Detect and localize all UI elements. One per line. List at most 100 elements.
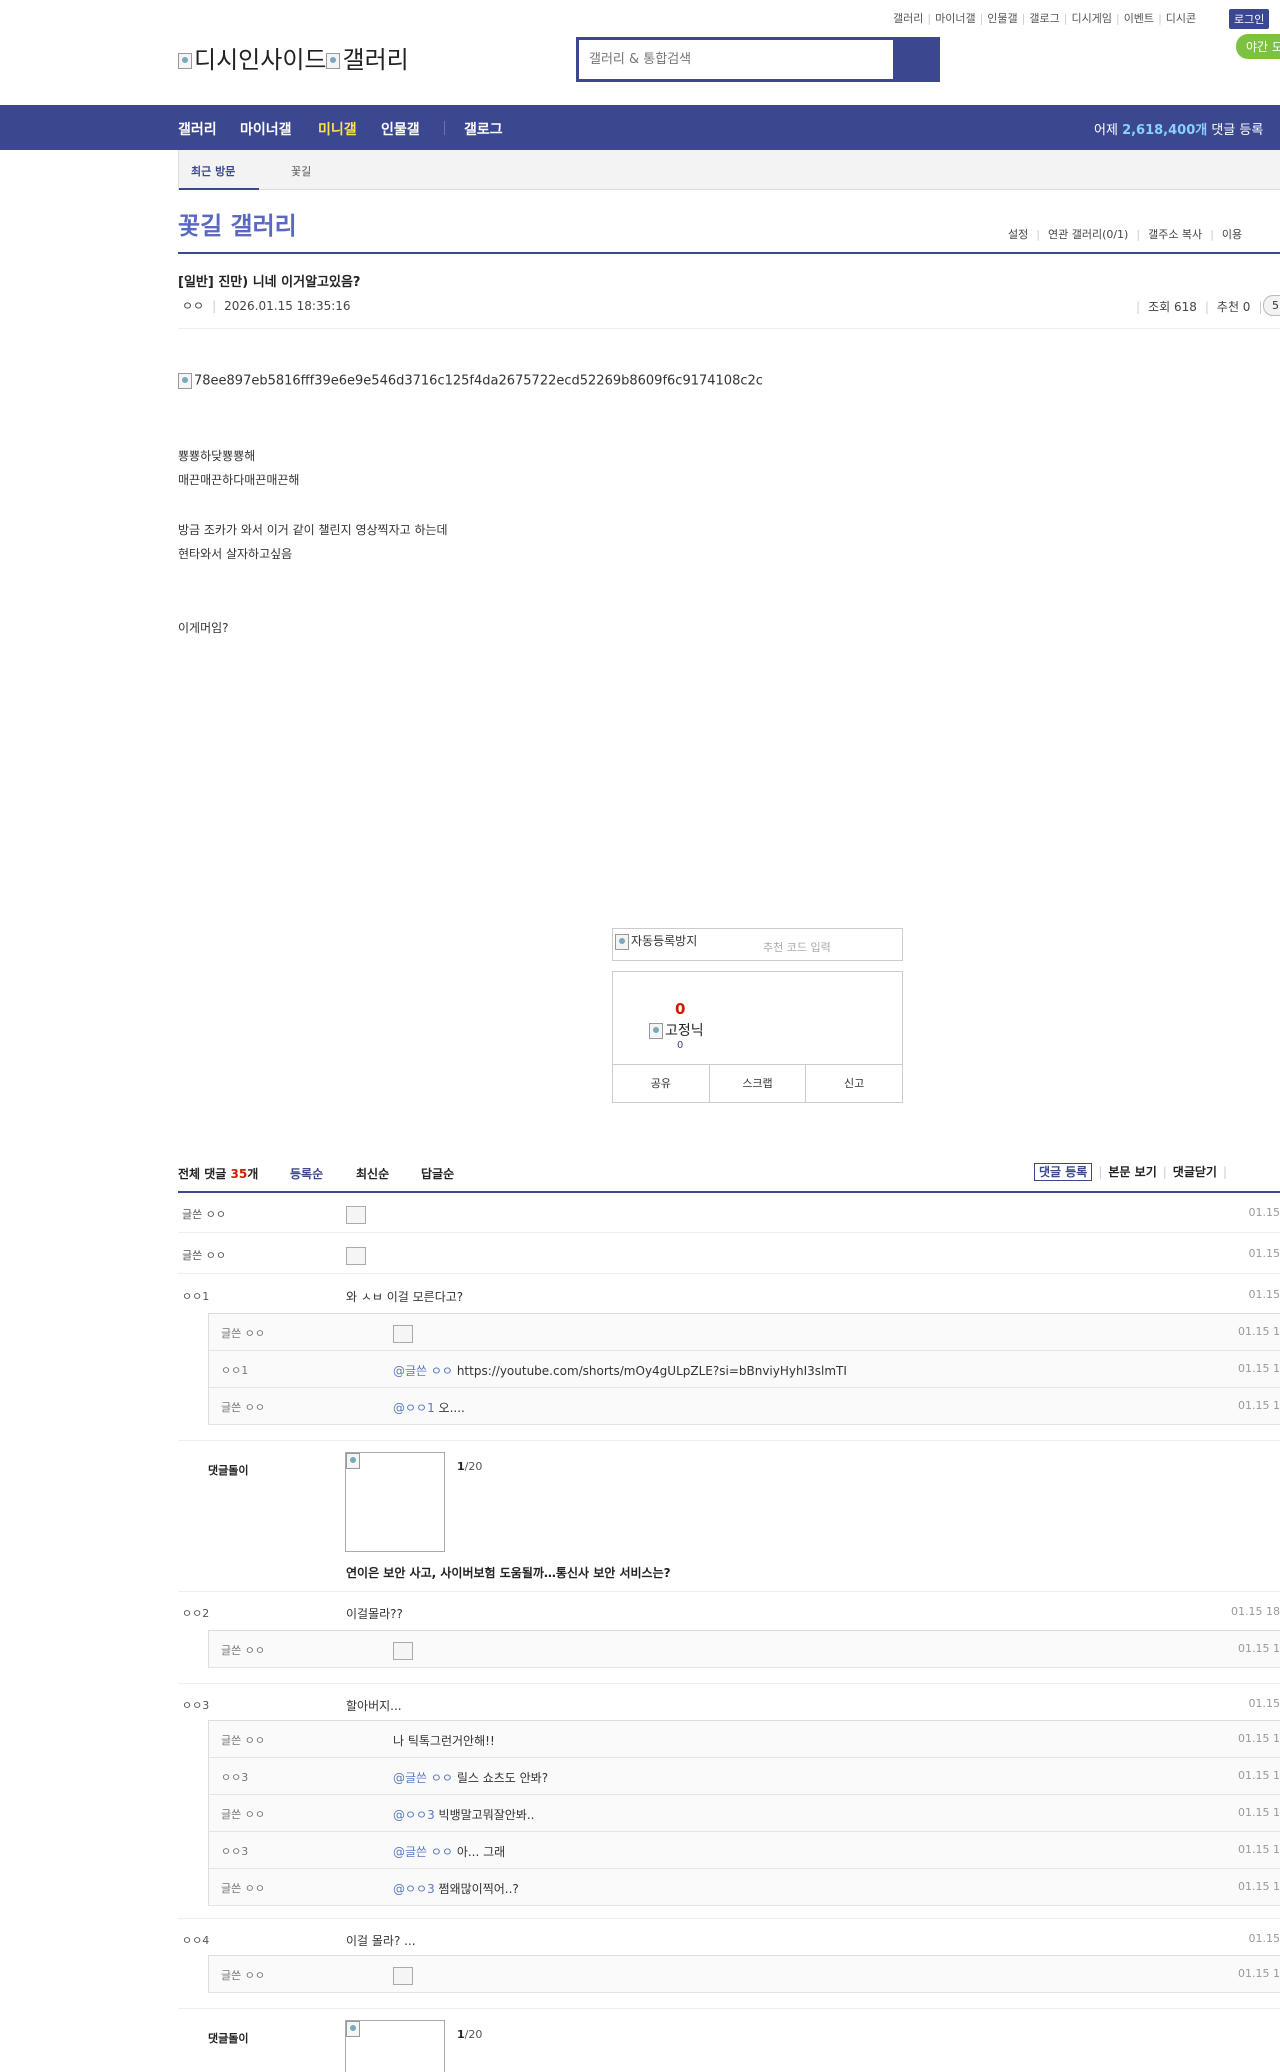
- reply-text: 나 틱톡그런거안해!!: [393, 1734, 495, 1748]
- nav-divider: [444, 121, 445, 135]
- post-author[interactable]: ㅇㅇ: [182, 299, 204, 313]
- sort-tab-latest[interactable]: 최신순: [356, 1165, 389, 1182]
- comment-row: 글쓴 ㅇㅇ 01.15: [178, 1234, 1280, 1274]
- recent-visit-label[interactable]: 최근 방문: [191, 163, 235, 179]
- emoticon-icon: [393, 1325, 413, 1343]
- recommend-up-count[interactable]: 0: [675, 1000, 685, 1018]
- ad-headline[interactable]: 연이은 보안 사고, 사이버보험 도움될까…통신사 보안 서비스는?: [346, 1564, 671, 1581]
- post-meta: ㅇㅇ | 2026.01.15 18:35:16: [182, 299, 351, 313]
- report-button[interactable]: 신고: [806, 1065, 902, 1102]
- nav-gallery[interactable]: 갤러리: [178, 119, 217, 139]
- reply-text: @ㅇㅇ3 쩜왜많이찍어..?: [393, 1882, 519, 1896]
- comment-bot-ad: 댓글돌이 1/20: [178, 2020, 1280, 2072]
- nav-mini-gallery[interactable]: 미니갤: [318, 119, 357, 139]
- reply-date: 01.15 1: [1238, 1967, 1280, 1980]
- related-gallery[interactable]: 연관 갤러리(0/1): [1048, 228, 1128, 241]
- search-button[interactable]: [893, 40, 937, 79]
- reply-date: 01.15 1: [1238, 1769, 1280, 1782]
- util-link-game[interactable]: 디시게임: [1071, 10, 1111, 26]
- reply-nick[interactable]: ㅇㅇ3: [221, 1769, 248, 1785]
- nav-minor-gallery[interactable]: 마이너갤: [240, 119, 292, 139]
- scrap-button[interactable]: 스크랩: [710, 1065, 807, 1102]
- comment-nick[interactable]: ㅇㅇ2: [182, 1605, 209, 1621]
- emoticon-icon: [393, 1967, 413, 1985]
- broken-image-icon: [346, 2021, 360, 2037]
- post-recommend: 추천 0: [1216, 300, 1251, 314]
- comment-nick[interactable]: 글쓴 ㅇㅇ: [182, 1206, 226, 1222]
- comment-stat-value: 2,618,400개: [1122, 123, 1208, 138]
- reply-nick[interactable]: 글쓴 ㅇㅇ: [221, 1399, 265, 1415]
- comment-emoticon: [346, 1247, 366, 1265]
- post-views: 조회 618: [1148, 300, 1197, 314]
- util-link-gallery[interactable]: 갤러리: [893, 10, 923, 26]
- post-text-line: 매끈매끈하다매끈매끈해: [178, 473, 300, 487]
- reply-mention[interactable]: @ㅇㅇ3: [393, 1882, 435, 1896]
- nav-person-gallery[interactable]: 인물갤: [381, 119, 420, 139]
- reply-date: 01.15 1: [1238, 1806, 1280, 1819]
- gallery-title[interactable]: 꽃길 갤러리: [178, 206, 297, 241]
- reply-nick[interactable]: 글쓴 ㅇㅇ: [221, 1806, 265, 1822]
- util-link-event[interactable]: 이벤트: [1124, 10, 1154, 26]
- emoticon-icon: [393, 1642, 413, 1660]
- reply-mention[interactable]: @글쓴 ㅇㅇ: [393, 1771, 453, 1785]
- close-comments-button[interactable]: 댓글닫기: [1173, 1165, 1217, 1179]
- gallery-options: 설정 | 연관 갤러리(0/1) | 갤주소 복사 | 이용: [1008, 228, 1243, 241]
- util-link-minor[interactable]: 마이너갤: [935, 10, 975, 26]
- comment-row: ㅇㅇ1 와 ㅅㅂ 이걸 모른다고? 01.15: [178, 1275, 1280, 1315]
- comment-text: 와 ㅅㅂ 이걸 모른다고?: [346, 1290, 464, 1304]
- comment-nick[interactable]: 글쓴 ㅇㅇ: [182, 1247, 226, 1263]
- captcha-image: 자동등록방지: [615, 932, 697, 950]
- comment-text: 이걸 몰라? ...: [346, 1934, 416, 1948]
- nav-gallog[interactable]: 갤로그: [464, 119, 503, 139]
- reply-nick[interactable]: 글쓴 ㅇㅇ: [221, 1732, 265, 1748]
- reply-row: 글쓴 ㅇㅇ @ㅇㅇ1 오.... 01.15 1: [208, 1388, 1280, 1425]
- comment-bot-label: 댓글돌이: [208, 1464, 249, 1477]
- view-body-button[interactable]: 본문 보기: [1108, 1165, 1156, 1179]
- util-link-dccon[interactable]: 디시콘: [1166, 10, 1196, 26]
- recent-visit-item[interactable]: 꽃길: [291, 163, 311, 179]
- util-link-gallog[interactable]: 갤로그: [1029, 10, 1059, 26]
- reply-mention[interactable]: @ㅇㅇ3: [393, 1808, 435, 1822]
- sort-tab-registered[interactable]: 등록순: [290, 1165, 323, 1182]
- reply-nick[interactable]: ㅇㅇ3: [221, 1843, 248, 1859]
- comment-nick[interactable]: ㅇㅇ4: [182, 1932, 209, 1948]
- sort-tab-replies[interactable]: 답글순: [421, 1165, 454, 1182]
- gallery-usage[interactable]: 이용: [1222, 228, 1242, 241]
- post-date: 2026.01.15 18:35:16: [224, 299, 351, 313]
- reply-emoticon: [393, 1642, 413, 1660]
- comment-register-button[interactable]: 댓글 등록: [1034, 1163, 1093, 1181]
- recent-visit-bar: 최근 방문 꽃길: [178, 150, 1280, 190]
- reply-date: 01.15 1: [1238, 1325, 1280, 1338]
- site-logo[interactable]: 디시인사이드 갤러리: [178, 40, 409, 75]
- comment-actions: 댓글 등록 | 본문 보기 | 댓글닫기 |: [1034, 1163, 1233, 1181]
- broken-image-icon: [326, 53, 341, 69]
- night-mode-button[interactable]: 야간 모: [1236, 34, 1280, 59]
- search-input[interactable]: [579, 40, 889, 79]
- reply-mention[interactable]: @글쓴 ㅇㅇ: [393, 1845, 453, 1859]
- util-link-person[interactable]: 인물갤: [987, 10, 1017, 26]
- post-text-line: 현타와서 살자하고싶음: [178, 547, 293, 561]
- reply-row: 글쓴 ㅇㅇ 나 틱톡그런거안해!! 01.15 1: [208, 1721, 1280, 1758]
- emoticon-icon: [346, 1247, 366, 1265]
- reply-mention[interactable]: @ㅇㅇ1: [393, 1401, 435, 1415]
- ad-thumbnail[interactable]: [345, 2020, 445, 2072]
- captcha-input[interactable]: 추천 코드 입력: [763, 939, 831, 955]
- reply-nick[interactable]: ㅇㅇ1: [221, 1362, 248, 1378]
- reply-row: 글쓴 ㅇㅇ 01.15 1: [208, 1314, 1280, 1351]
- reply-nick[interactable]: 글쓴 ㅇㅇ: [221, 1967, 265, 1983]
- reply-mention[interactable]: @글쓴 ㅇㅇ: [393, 1364, 453, 1378]
- reply-link[interactable]: https://youtube.com/shorts/mOy4gULpZLE?s…: [457, 1364, 847, 1378]
- post-stats: | 조회 618 | 추천 0 |: [1136, 300, 1263, 314]
- ad-thumbnail[interactable]: [345, 1452, 445, 1552]
- reply-nick[interactable]: 글쓴 ㅇㅇ: [221, 1642, 265, 1658]
- reply-nick[interactable]: 글쓴 ㅇㅇ: [221, 1325, 265, 1341]
- gallery-settings[interactable]: 설정: [1008, 228, 1028, 241]
- comment-nick[interactable]: ㅇㅇ3: [182, 1697, 209, 1713]
- fixed-nick-recommend[interactable]: 고정닉: [649, 1020, 704, 1040]
- login-button[interactable]: 로그인: [1229, 9, 1270, 29]
- reply-nick[interactable]: 글쓴 ㅇㅇ: [221, 1880, 265, 1896]
- copy-gallery-url[interactable]: 갤주소 복사: [1148, 228, 1202, 241]
- share-button[interactable]: 공유: [613, 1065, 710, 1102]
- comment-nick[interactable]: ㅇㅇ1: [182, 1288, 209, 1304]
- reply-count-badge[interactable]: 5: [1263, 295, 1280, 316]
